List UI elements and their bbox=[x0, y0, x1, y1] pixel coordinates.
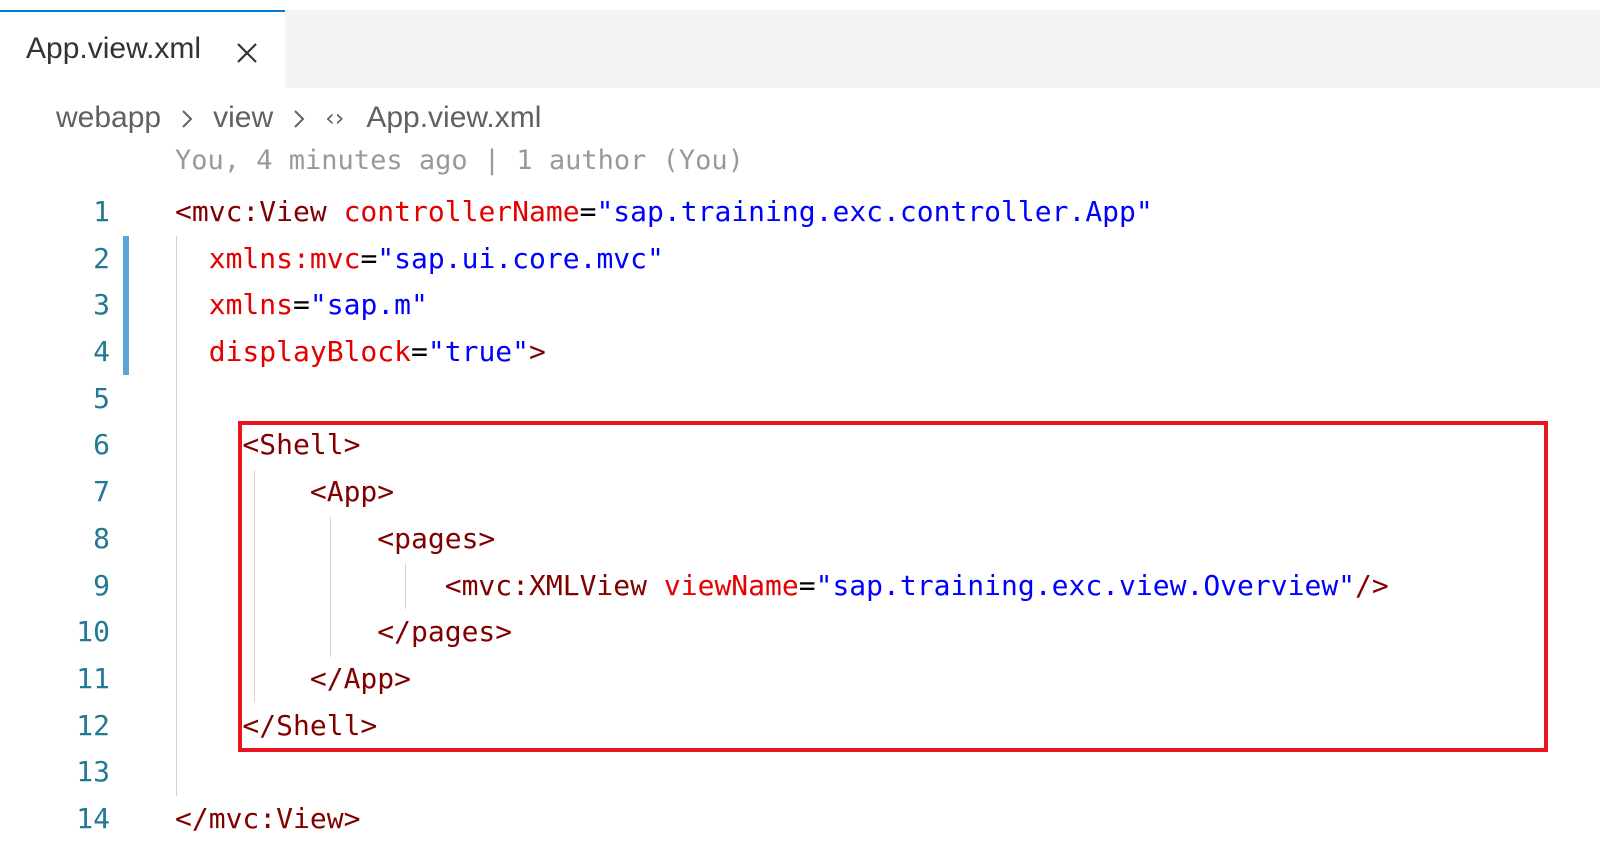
line-number: 6 bbox=[93, 428, 110, 462]
xml-file-icon: ‹› bbox=[325, 104, 345, 132]
tab-bar: App.view.xml bbox=[0, 10, 1600, 88]
code-token-tag: <mvc:View bbox=[175, 195, 344, 228]
code-token-attr: controllerName bbox=[343, 195, 580, 228]
code-token-punct: = bbox=[579, 195, 597, 228]
code-text: displayBlock="true"> bbox=[175, 329, 546, 376]
code-token-val: "sap.ui.core.mvc" bbox=[377, 241, 664, 275]
code-token-punct: = bbox=[293, 288, 310, 322]
tab-label: App.view.xml bbox=[26, 32, 202, 65]
code-text: xmlns:mvc="sap.ui.core.mvc" bbox=[175, 236, 664, 283]
code-line[interactable]: 4 displayBlock="true"> bbox=[0, 329, 1600, 376]
code-line[interactable]: 13 bbox=[0, 749, 1600, 796]
line-number: 9 bbox=[93, 568, 110, 602]
code-token-val: "sap.training.exc.controller.App" bbox=[596, 195, 1153, 228]
line-number: 2 bbox=[93, 241, 110, 275]
highlight-box bbox=[238, 421, 1548, 752]
code-text: <mvc:View controllerName="sap.training.e… bbox=[175, 189, 1153, 236]
code-token-attr: xmlns bbox=[175, 288, 294, 322]
line-number: 12 bbox=[76, 708, 110, 742]
line-number: 4 bbox=[93, 335, 110, 369]
breadcrumb-item-webapp[interactable]: webapp bbox=[56, 101, 161, 135]
tab-app-view-xml[interactable]: App.view.xml bbox=[0, 10, 285, 88]
code-token-val: "sap.m" bbox=[309, 288, 428, 322]
code-line[interactable]: 5 bbox=[0, 376, 1600, 423]
code-token-val: "true" bbox=[427, 335, 530, 369]
code-token-punct: = bbox=[360, 241, 378, 275]
code-token-tag: > bbox=[529, 335, 546, 369]
code-token-attr: xmlns:mvc bbox=[175, 241, 361, 275]
git-blame-codelens[interactable]: You, 4 minutes ago | 1 author (You) bbox=[175, 145, 744, 176]
line-number: 14 bbox=[76, 801, 110, 835]
line-number: 10 bbox=[76, 615, 110, 649]
breadcrumb-item-file[interactable]: App.view.xml bbox=[366, 101, 541, 135]
line-number: 11 bbox=[76, 661, 110, 695]
line-number: 5 bbox=[93, 381, 110, 415]
code-line[interactable]: 1 <mvc:View controllerName="sap.training.… bbox=[0, 189, 1600, 236]
line-number: 3 bbox=[93, 288, 110, 322]
code-text: </mvc:View> bbox=[175, 796, 360, 843]
code-text: xmlns="sap.m" bbox=[175, 282, 428, 329]
code-line[interactable]: 2 xmlns:mvc="sap.ui.core.mvc" bbox=[0, 236, 1600, 283]
code-line[interactable]: 3 xmlns="sap.m" bbox=[0, 282, 1600, 329]
code-line[interactable]: 14 </mvc:View> bbox=[0, 796, 1600, 843]
line-number: 13 bbox=[76, 755, 110, 789]
code-token-punct: = bbox=[411, 335, 428, 369]
line-number: 1 bbox=[93, 195, 110, 228]
line-number: 7 bbox=[93, 475, 110, 509]
code-token-tag: </mvc:View> bbox=[175, 801, 361, 835]
close-icon[interactable] bbox=[234, 40, 260, 66]
code-token-attr: displayBlock bbox=[175, 335, 412, 369]
breadcrumb-item-view[interactable]: view bbox=[213, 101, 273, 135]
chevron-right-icon bbox=[281, 101, 317, 135]
chevron-right-icon bbox=[169, 101, 205, 135]
breadcrumb: webapp view ‹› App.view.xml bbox=[56, 96, 541, 140]
line-number: 8 bbox=[93, 521, 110, 555]
